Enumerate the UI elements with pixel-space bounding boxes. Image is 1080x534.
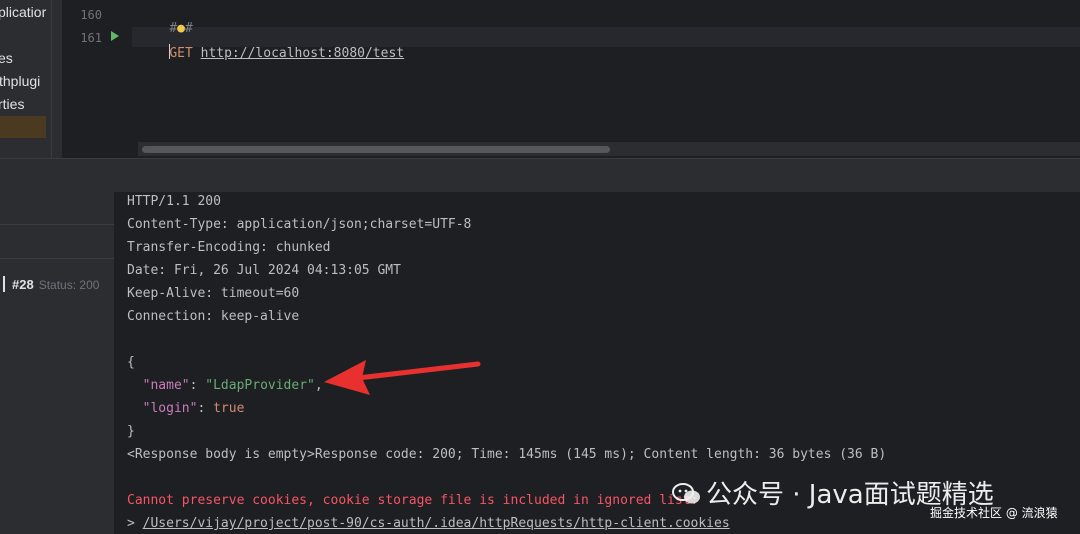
watermark-sub: 掘金技术社区 @ 流浪猿 [930, 506, 1058, 520]
annotation-arrow-shaft [355, 361, 481, 381]
wechat-icon [672, 483, 700, 504]
annotation-arrow [324, 360, 481, 395]
